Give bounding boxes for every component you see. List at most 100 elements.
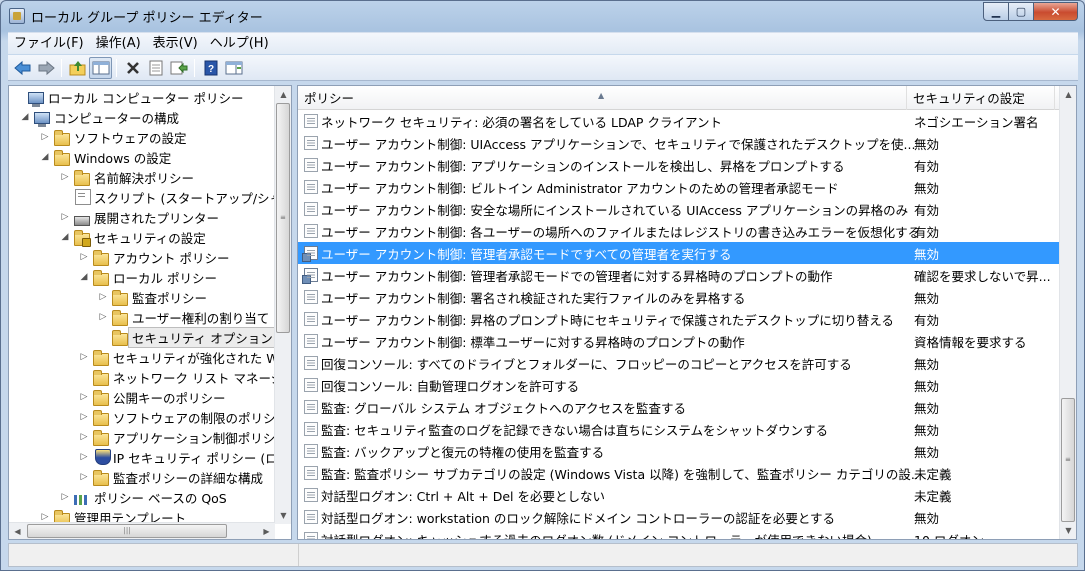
- up-one-level-button[interactable]: [66, 57, 89, 79]
- scroll-down-button[interactable]: ▼: [1060, 522, 1076, 539]
- show-hide-console-tree-button[interactable]: [89, 56, 112, 79]
- policy-row[interactable]: 対話型ログオン: Ctrl + Alt + Del を必要としない 未定義: [298, 484, 1061, 506]
- tree-node[interactable]: ローカル コンピューター ポリシー: [13, 87, 243, 107]
- policy-row[interactable]: 監査: バックアップと復元の特権の使用を監査する 無効: [298, 440, 1061, 462]
- policy-row[interactable]: ユーザー アカウント制御: アプリケーションのインストールを検出し、昇格をプロン…: [298, 154, 1061, 176]
- tree-node[interactable]: ◢ セキュリティの設定: [59, 227, 206, 247]
- delete-button[interactable]: [121, 57, 144, 79]
- maximize-button[interactable]: ▢: [1009, 2, 1034, 21]
- tree-node[interactable]: ▷ ソフトウェアの設定: [39, 127, 187, 147]
- tree-node[interactable]: ▷ ユーザー権利の割り当て: [97, 307, 269, 327]
- scroll-up-button[interactable]: ▲: [275, 86, 291, 103]
- tree-node[interactable]: ▷ セキュリティが強化された Wi: [78, 347, 275, 367]
- policy-row[interactable]: ユーザー アカウント制御: UIAccess アプリケーションで、セキュリティで…: [298, 132, 1061, 154]
- list-vertical-scrollbar[interactable]: ▲ ≡ ▼: [1059, 86, 1076, 539]
- tree-node[interactable]: ▷ ソフトウェアの制限のポリシー: [78, 407, 275, 427]
- tree-node-label: ローカル コンピューター ポリシー: [48, 90, 244, 106]
- policy-row[interactable]: 対話型ログオン: キャッシュする過去のログオン数 (ドメイン コントローラーが使…: [298, 528, 1061, 539]
- collapsed-arrow-icon[interactable]: ▷: [97, 291, 109, 303]
- column-header-security-setting[interactable]: セキュリティの設定: [907, 86, 1055, 110]
- tree-node[interactable]: スクリプト (スタートアップ/シャ: [59, 187, 275, 207]
- policy-row[interactable]: 回復コンソール: すべてのドライブとフォルダーに、フロッピーのコピーとアクセスを…: [298, 352, 1061, 374]
- collapsed-arrow-icon[interactable]: ▷: [39, 511, 51, 522]
- tree-node[interactable]: ▷ 公開キーのポリシー: [78, 387, 226, 407]
- scroll-thumb[interactable]: ≡: [1061, 398, 1075, 522]
- policy-list-view[interactable]: ポリシー ▲ セキュリティの設定 ネットワーク セキュリティ: 必須の署名をして…: [297, 85, 1077, 540]
- policy-row[interactable]: ユーザー アカウント制御: 標準ユーザーに対する昇格時のプロンプトの動作 資格情報…: [298, 330, 1061, 352]
- tree-vertical-scrollbar[interactable]: ▲ ≡ ▼: [274, 86, 291, 524]
- expanded-arrow-icon[interactable]: ◢: [59, 231, 71, 243]
- policy-row[interactable]: ユーザー アカウント制御: 安全な場所にインストールされている UIAccess…: [298, 198, 1061, 220]
- policy-row[interactable]: ユーザー アカウント制御: 各ユーザーの場所へのファイルまたはレジストリの書き込…: [298, 220, 1061, 242]
- policy-row[interactable]: 回復コンソール: 自動管理ログオンを許可する 無効: [298, 374, 1061, 396]
- show-hide-action-pane-button[interactable]: [222, 57, 245, 79]
- gpedit-app-icon[interactable]: [9, 8, 25, 24]
- tree-node-label: 展開されたプリンター: [94, 210, 220, 226]
- menu-view[interactable]: 表示(V): [147, 33, 204, 55]
- menu-help[interactable]: ヘルプ(H): [204, 33, 275, 55]
- tree-node[interactable]: ▷ 管理用テンプレート: [39, 507, 186, 522]
- no-expander: [78, 371, 90, 383]
- back-button[interactable]: [11, 57, 34, 79]
- policy-row[interactable]: ユーザー アカウント制御: 管理者承認モードでの管理者に対する昇格時のプロンプト…: [298, 264, 1061, 286]
- scroll-left-button[interactable]: ◀: [9, 523, 26, 539]
- expanded-arrow-icon[interactable]: ◢: [39, 151, 51, 163]
- collapsed-arrow-icon[interactable]: ▷: [78, 471, 90, 483]
- collapsed-arrow-icon[interactable]: ▷: [39, 131, 51, 143]
- policy-row[interactable]: ネットワーク セキュリティ: 必須の署名をしている LDAP クライアント ネゴシ…: [298, 110, 1061, 132]
- help-button[interactable]: ?: [199, 57, 222, 79]
- forward-button[interactable]: [34, 57, 57, 79]
- collapsed-arrow-icon[interactable]: ▷: [59, 211, 71, 223]
- console-tree[interactable]: ローカル コンピューター ポリシー ◢ コンピューターの構成 ▷ ソフトウェアの設定 ◢ W…: [8, 85, 292, 540]
- collapsed-arrow-icon[interactable]: ▷: [97, 311, 109, 323]
- help-book-icon: ?: [204, 60, 217, 75]
- expanded-arrow-icon[interactable]: ◢: [19, 111, 31, 123]
- tree-node[interactable]: ▷ アカウント ポリシー: [78, 247, 229, 267]
- policy-row[interactable]: 監査: 監査ポリシー サブカテゴリの設定 (Windows Vista 以降) …: [298, 462, 1061, 484]
- tree-node[interactable]: ▷ IP セキュリティ ポリシー (ロー: [78, 447, 275, 467]
- tree-node[interactable]: ▷ アプリケーション制御ポリシー: [78, 427, 275, 447]
- tree-node-label: ネットワーク リスト マネージ: [113, 370, 275, 386]
- policy-row[interactable]: ユーザー アカウント制御: 署名され検証された実行ファイルのみを昇格する 無効: [298, 286, 1061, 308]
- collapsed-arrow-icon[interactable]: ▷: [78, 431, 90, 443]
- tree-node[interactable]: ◢ Windows の設定: [39, 147, 171, 167]
- tree-node[interactable]: ▷ 監査ポリシー: [97, 287, 207, 307]
- collapsed-arrow-icon[interactable]: ▷: [59, 491, 71, 503]
- policy-row[interactable]: 対話型ログオン: workstation のロック解除にドメイン コントローラー…: [298, 506, 1061, 528]
- close-button[interactable]: ✕: [1034, 2, 1078, 21]
- tree-node[interactable]: ▷ ポリシー ベースの QoS: [59, 487, 227, 507]
- policy-row[interactable]: ユーザー アカウント制御: 昇格のプロンプト時にセキュリティで保護されたデスクト…: [298, 308, 1061, 330]
- window-controls: ▁ ▢ ✕: [983, 2, 1078, 22]
- expanded-arrow-icon[interactable]: ◢: [78, 271, 90, 283]
- tree-node[interactable]: セキュリティ オプション: [97, 326, 275, 348]
- policy-row[interactable]: ユーザー アカウント制御: 管理者承認モードですべての管理者を実行する 無効: [298, 242, 1061, 264]
- tree-node[interactable]: ネットワーク リスト マネージ: [78, 367, 275, 387]
- minimize-button[interactable]: ▁: [983, 2, 1009, 21]
- collapsed-arrow-icon[interactable]: ▷: [78, 451, 90, 463]
- scroll-up-button[interactable]: ▲: [1060, 86, 1076, 103]
- scroll-thumb[interactable]: |||: [27, 524, 227, 538]
- column-header-policy[interactable]: ポリシー ▲: [298, 86, 907, 110]
- export-list-button[interactable]: [167, 57, 190, 79]
- policy-row[interactable]: 監査: セキュリティ監査のログを記録できない場合は直ちにシステムをシャットダウン…: [298, 418, 1061, 440]
- tree-node[interactable]: ▷ 名前解決ポリシー: [59, 167, 194, 187]
- tree-node[interactable]: ◢ ローカル ポリシー: [78, 267, 217, 287]
- scroll-thumb[interactable]: ≡: [276, 103, 290, 333]
- collapsed-arrow-icon[interactable]: ▷: [78, 251, 90, 263]
- tree-horizontal-scrollbar[interactable]: ◀ ||| ▶: [9, 522, 275, 539]
- scroll-down-button[interactable]: ▼: [275, 507, 291, 524]
- policy-row[interactable]: 監査: グローバル システム オブジェクトへのアクセスを監査する 無効: [298, 396, 1061, 418]
- title-bar[interactable]: ローカル グループ ポリシー エディター ▁ ▢ ✕: [1, 1, 1084, 31]
- scroll-right-button[interactable]: ▶: [258, 523, 275, 539]
- collapsed-arrow-icon[interactable]: ▷: [78, 391, 90, 403]
- policy-row[interactable]: ユーザー アカウント制御: ビルトイン Administrator アカウントの…: [298, 176, 1061, 198]
- properties-button[interactable]: [144, 57, 167, 79]
- tree-node[interactable]: ▷ 監査ポリシーの詳細な構成: [78, 467, 263, 487]
- tree-node[interactable]: ▷ 展開されたプリンター: [59, 207, 219, 227]
- collapsed-arrow-icon[interactable]: ▷: [59, 171, 71, 183]
- menu-action[interactable]: 操作(A): [90, 33, 147, 55]
- collapsed-arrow-icon[interactable]: ▷: [78, 351, 90, 363]
- menu-file[interactable]: ファイル(F): [8, 33, 90, 55]
- tree-node[interactable]: ◢ コンピューターの構成: [19, 107, 179, 127]
- collapsed-arrow-icon[interactable]: ▷: [78, 411, 90, 423]
